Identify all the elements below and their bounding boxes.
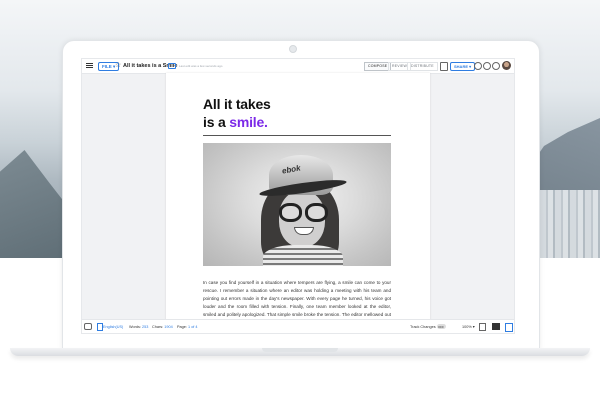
folder-icon[interactable] <box>168 63 176 69</box>
share-button[interactable]: SHARE ▾ <box>450 62 476 71</box>
last-edit-status: Last edit was a few seconds ago <box>179 64 223 68</box>
page-value: 1 <box>188 325 191 329</box>
user-icon[interactable] <box>474 62 482 70</box>
tab-distribute[interactable]: DISTRIBUTE <box>407 62 438 71</box>
settings-icon[interactable] <box>492 62 500 70</box>
char-count: Chars: 1904 <box>152 323 173 331</box>
page-indicator[interactable]: Page: 1 of 4 <box>177 323 198 331</box>
menu-icon[interactable] <box>86 63 93 68</box>
photo-glasses-left <box>279 203 302 222</box>
heading-prefix: is a <box>203 114 230 130</box>
page-of: of 4 <box>191 325 198 329</box>
track-changes-state: OFF <box>438 325 444 329</box>
photo-glasses-right <box>305 203 328 222</box>
heading-divider <box>203 135 391 136</box>
chat-icon[interactable] <box>84 323 92 330</box>
status-bar: English(US) Words: 253 Chars: 1904 Page:… <box>82 319 514 333</box>
document-page[interactable]: All it takes is a smile. ebok In case yo… <box>166 73 430 328</box>
language-value: English(US) <box>103 325 124 329</box>
page-settings-icon[interactable] <box>440 62 448 71</box>
laptop-notch <box>262 348 338 352</box>
blue-layout-icon[interactable] <box>505 323 513 332</box>
dark-layout-icon[interactable] <box>492 323 500 330</box>
words-label: Words: <box>129 325 141 329</box>
words-value: 253 <box>142 325 149 329</box>
editor-screen: FILE ▾ ☆ All it takes is a Smile Last ed… <box>81 58 515 334</box>
heading-accent: smile. <box>229 114 268 130</box>
top-toolbar: FILE ▾ ☆ All it takes is a Smile Last ed… <box>82 59 514 74</box>
photo-shirt <box>263 245 343 266</box>
chars-value: 1904 <box>164 325 173 329</box>
avatar[interactable] <box>502 61 511 70</box>
zoom-selector[interactable]: 100% ▾ <box>462 323 475 331</box>
star-icon[interactable]: ☆ <box>115 61 121 70</box>
camera-icon <box>289 45 297 53</box>
page-label: Page: <box>177 325 187 329</box>
language-selector[interactable]: English(US) <box>103 323 123 331</box>
layout-icon[interactable] <box>479 323 486 331</box>
word-count: Words: 253 <box>129 323 148 331</box>
heading-line-2: is a smile. <box>203 114 268 131</box>
track-changes-label: Track Changes <box>410 325 436 329</box>
document-photo[interactable]: ebok <box>203 143 391 266</box>
help-icon[interactable] <box>483 62 491 70</box>
chars-label: Chars: <box>152 325 164 329</box>
heading-line-1: All it takes <box>203 96 271 112</box>
